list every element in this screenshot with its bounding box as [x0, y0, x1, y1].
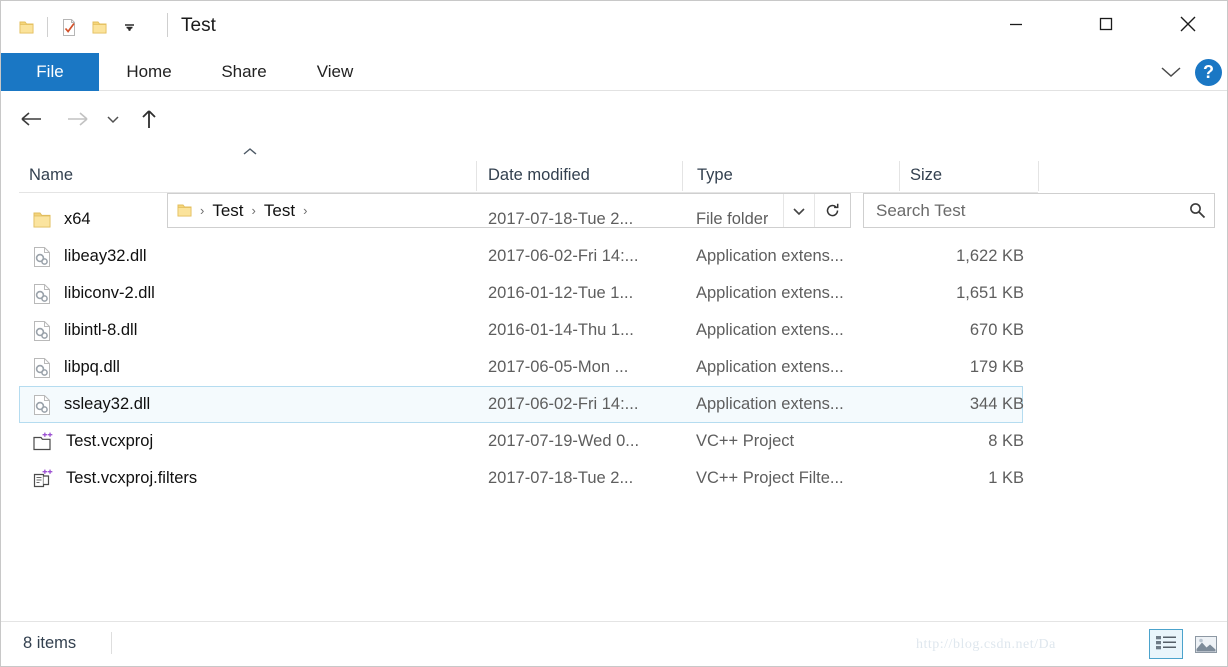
file-type-cell: Application extens...	[696, 395, 844, 413]
up-button[interactable]	[129, 99, 169, 139]
column-header-row: Name Date modified Type Size	[1, 157, 1227, 193]
new-folder-icon[interactable]	[84, 12, 114, 42]
status-separator	[111, 632, 112, 654]
chevron-down-icon[interactable]	[1149, 57, 1193, 87]
sort-ascending-icon	[241, 144, 259, 155]
column-header-name[interactable]: Name	[29, 157, 73, 193]
file-date-cell: 2016-01-12-Tue 1...	[488, 284, 634, 302]
file-size-cell: 670 KB	[969, 321, 1024, 339]
table-row[interactable]: Test.vcxproj.filters 2017-07-18-Tue 2... V…	[19, 460, 1024, 497]
file-date-cell: 2017-07-19-Wed 0...	[488, 432, 640, 450]
maximize-button[interactable]	[1083, 1, 1129, 47]
table-row[interactable]: libintl-8.dll 2016-01-14-Thu 1... Applicat…	[19, 312, 1024, 349]
vcxproj-filters-icon	[32, 468, 54, 490]
ribbon-tab-bar: File Home Share View	[1, 53, 1227, 91]
dll-icon	[32, 283, 52, 305]
file-name-label: libeay32.dll	[64, 247, 147, 265]
folder-icon[interactable]	[11, 12, 41, 42]
file-type-cell: Application extens...	[696, 358, 844, 376]
tab-share[interactable]: Share	[205, 53, 283, 91]
file-name-cell[interactable]: ssleay32.dll	[32, 387, 150, 422]
quick-access-toolbar	[11, 11, 144, 43]
file-name-label: Test.vcxproj	[66, 432, 154, 450]
file-size-cell: 8 KB	[988, 432, 1024, 450]
file-name-cell[interactable]: libpq.dll	[32, 350, 120, 385]
file-type-cell: File folder	[696, 210, 769, 228]
dll-icon	[32, 357, 52, 379]
customize-qat-icon[interactable]	[114, 12, 144, 42]
file-name-cell[interactable]: libeay32.dll	[32, 239, 147, 274]
back-button[interactable]	[12, 99, 52, 139]
tab-home[interactable]: Home	[111, 53, 187, 91]
table-row[interactable]: libiconv-2.dll 2016-01-12-Tue 1... Applica…	[19, 275, 1024, 312]
window-title: Test	[181, 15, 216, 36]
file-type-cell: VC++ Project Filte...	[696, 469, 844, 487]
file-date-cell: 2017-07-18-Tue 2...	[488, 210, 634, 228]
table-row[interactable]: libeay32.dll 2017-06-02-Fri 14:... Applica…	[19, 238, 1024, 275]
file-name-cell[interactable]: x64	[32, 202, 91, 237]
column-header-size[interactable]: Size	[910, 157, 942, 193]
file-type-cell: VC++ Project	[696, 432, 795, 450]
close-button[interactable]	[1165, 1, 1211, 47]
file-date-cell: 2017-06-02-Fri 14:...	[488, 247, 639, 265]
file-type-cell: Application extens...	[696, 321, 844, 339]
column-divider-2[interactable]	[682, 161, 683, 191]
dll-icon	[32, 320, 52, 342]
column-header-type[interactable]: Type	[697, 157, 733, 193]
watermark-text: http://blog.csdn.net/Da	[916, 637, 1056, 652]
navigation-bar: › Test › Test ›	[1, 91, 1227, 228]
column-header-date[interactable]: Date modified	[488, 157, 590, 193]
file-name-label: libintl-8.dll	[64, 321, 138, 339]
file-name-label: ssleay32.dll	[64, 395, 151, 413]
file-date-cell: 2016-01-14-Thu 1...	[488, 321, 634, 339]
file-size-cell: 1 KB	[988, 469, 1024, 487]
file-date-cell: 2017-07-18-Tue 2...	[488, 469, 634, 487]
qat-separator-1	[47, 17, 48, 37]
file-list: x64 2017-07-18-Tue 2... File folder libeay3…	[1, 201, 1227, 497]
file-name-label: Test.vcxproj.filters	[66, 469, 198, 487]
table-row[interactable]: libpq.dll 2017-06-05-Mon ... Application e…	[19, 349, 1024, 386]
title-bar: Test	[1, 1, 1227, 53]
dll-icon	[32, 394, 52, 416]
file-name-label: x64	[64, 210, 91, 228]
item-count-label: 8 items	[23, 634, 77, 652]
table-row[interactable]: ssleay32.dll 2017-06-02-Fri 14:... Applica…	[19, 386, 1024, 423]
tab-file[interactable]: File	[1, 53, 99, 91]
file-name-cell[interactable]: Test.vcxproj.filters	[32, 461, 197, 496]
column-header-underline	[19, 192, 1038, 193]
file-type-cell: Application extens...	[696, 247, 844, 265]
file-name-label: libiconv-2.dll	[64, 284, 155, 302]
vcxproj-icon	[32, 431, 54, 453]
dll-icon	[32, 246, 52, 268]
file-size-cell: 1,622 KB	[956, 247, 1024, 265]
file-date-cell: 2017-06-05-Mon ...	[488, 358, 629, 376]
details-view-button[interactable]	[1149, 629, 1183, 659]
table-row[interactable]: x64 2017-07-18-Tue 2... File folder	[19, 201, 1023, 238]
column-divider-1[interactable]	[476, 161, 477, 191]
minimize-button[interactable]	[993, 1, 1039, 47]
file-name-label: libpq.dll	[64, 358, 120, 376]
file-explorer-window: Test File Home Share View ? › Test › Tes…	[0, 0, 1228, 667]
large-icons-view-button[interactable]	[1189, 629, 1223, 659]
file-size-cell: 179 KB	[969, 358, 1024, 376]
file-size-cell: 1,651 KB	[956, 284, 1024, 302]
file-name-cell[interactable]: libiconv-2.dll	[32, 276, 155, 311]
help-button[interactable]: ?	[1195, 59, 1222, 86]
file-name-cell[interactable]: libintl-8.dll	[32, 313, 137, 348]
file-size-cell	[876, 202, 1024, 237]
file-date-cell: 2017-06-02-Fri 14:...	[488, 395, 639, 413]
column-divider-3[interactable]	[899, 161, 900, 191]
title-separator	[167, 13, 168, 37]
properties-icon[interactable]	[54, 12, 84, 42]
tab-view[interactable]: View	[301, 53, 369, 91]
file-size-cell: 344 KB	[969, 395, 1024, 413]
table-row[interactable]: Test.vcxproj 2017-07-19-Wed 0... VC++ Proj…	[19, 423, 1024, 460]
recent-locations-icon[interactable]	[99, 99, 127, 139]
column-divider-4[interactable]	[1038, 161, 1039, 191]
file-type-cell: Application extens...	[696, 284, 844, 302]
forward-button	[57, 99, 97, 139]
file-name-cell[interactable]: Test.vcxproj	[32, 424, 153, 459]
folder-icon	[32, 211, 52, 229]
